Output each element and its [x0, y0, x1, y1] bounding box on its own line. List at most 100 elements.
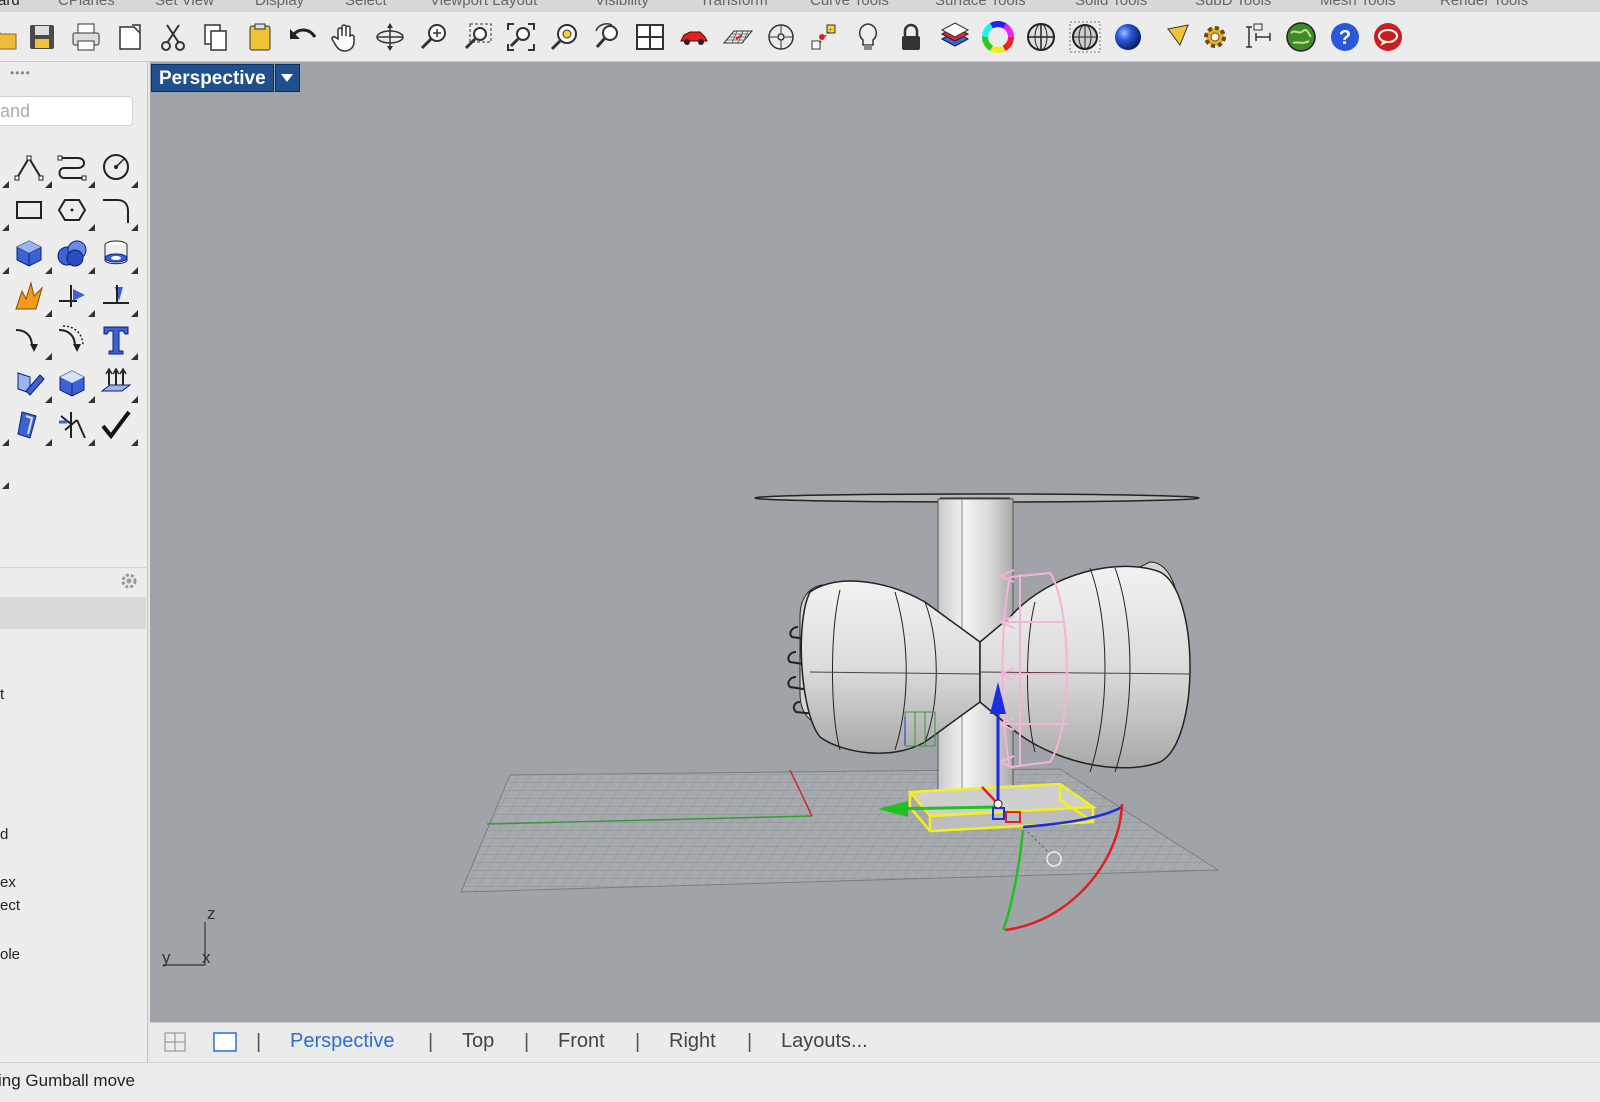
grid-icon[interactable] [720, 19, 756, 55]
svg-text:?: ? [1339, 27, 1351, 49]
point-icon[interactable] [763, 19, 799, 55]
help-icon[interactable]: ? [1327, 19, 1363, 55]
offset-curve-icon[interactable] [52, 319, 92, 359]
fillet-edge-icon[interactable] [9, 319, 49, 359]
boolean-union-icon[interactable] [52, 233, 92, 273]
viewport-scene[interactable] [150, 62, 1600, 1022]
print-icon[interactable] [68, 19, 104, 55]
side-label: ole [0, 946, 21, 963]
panel-gear-icon[interactable] [119, 571, 139, 591]
selected-layer-row[interactable] [0, 597, 146, 629]
viewport-dropdown-chevron-down-icon[interactable] [274, 64, 300, 92]
cut-icon[interactable] [155, 19, 191, 55]
rectangle-icon[interactable] [9, 190, 49, 230]
copy-icon[interactable] [198, 19, 234, 55]
tab-layouts[interactable]: Layouts... [781, 1030, 868, 1053]
cylinder-icon[interactable] [96, 233, 136, 273]
ghosted-sphere-icon[interactable] [1067, 19, 1103, 55]
car-icon[interactable] [676, 19, 712, 55]
tab-front[interactable]: Front [558, 1030, 605, 1053]
split-icon[interactable] [96, 276, 136, 316]
rotate-camera-icon[interactable] [590, 19, 626, 55]
tab-curve-tools[interactable]: Curve Tools [810, 0, 889, 9]
undo-icon[interactable] [285, 19, 321, 55]
flyout-marker [131, 310, 138, 317]
zoom-extents-icon[interactable] [503, 19, 539, 55]
zoom-selected-icon[interactable] [547, 19, 583, 55]
polygon-icon[interactable] [52, 190, 92, 230]
tab-set-view[interactable]: Set View [155, 0, 214, 9]
tab-display[interactable]: Display [255, 0, 304, 9]
tab-transform[interactable]: Transform [700, 0, 768, 9]
curve-icon[interactable] [52, 147, 92, 187]
flyout-marker [88, 267, 95, 274]
gumball-tools-icon[interactable] [52, 405, 92, 445]
tab-perspective[interactable]: Perspective [290, 1030, 395, 1053]
tab-solid-tools[interactable]: Solid Tools [1075, 0, 1147, 9]
tab-subd-tools[interactable]: SubD Tools [1195, 0, 1271, 9]
flyout-marker [45, 353, 52, 360]
flyout-marker [131, 224, 138, 231]
zoom-icon[interactable] [416, 19, 452, 55]
main-toolbar: ? [0, 12, 1600, 62]
box-icon[interactable] [9, 233, 49, 273]
light-bulb-icon[interactable] [850, 19, 886, 55]
open-icon[interactable] [0, 19, 20, 55]
circle-icon[interactable] [96, 147, 136, 187]
flyout-marker [131, 439, 138, 446]
control-points-icon[interactable] [807, 19, 843, 55]
save-icon[interactable] [24, 19, 60, 55]
rhino-globe-icon[interactable] [1283, 19, 1319, 55]
rhino-window: ard CPlanes Set View Display Select View… [0, 0, 1600, 1102]
shell-icon[interactable] [9, 405, 49, 445]
tab-viewport-layout[interactable]: Viewport Layout [430, 0, 537, 9]
polyline-icon[interactable] [9, 147, 49, 187]
trim-icon[interactable] [52, 276, 92, 316]
wireframe-sphere-icon[interactable] [1023, 19, 1059, 55]
explode-icon[interactable] [9, 276, 49, 316]
pick-icon[interactable] [1160, 19, 1196, 55]
tab-right[interactable]: Right [669, 1030, 716, 1053]
fillet-curve-icon[interactable] [96, 190, 136, 230]
status-message: ing Gumball move [0, 1071, 136, 1090]
pan-icon[interactable] [328, 19, 364, 55]
tab-cplanes[interactable]: CPlanes [58, 0, 115, 9]
panel-grip[interactable]: •••• [10, 66, 31, 80]
tab-select[interactable]: Select [345, 0, 387, 9]
tab-render-tools[interactable]: Render Tools [1440, 0, 1528, 9]
chat-icon[interactable] [1370, 19, 1406, 55]
flyout-marker [88, 181, 95, 188]
viewport-title-tab[interactable]: Perspective [151, 64, 300, 92]
import-icon[interactable] [112, 19, 148, 55]
viewport-title[interactable]: Perspective [151, 64, 274, 92]
settings-gear-icon[interactable] [1197, 19, 1233, 55]
text-icon[interactable] [96, 319, 136, 359]
edit-surface-icon[interactable] [9, 362, 49, 402]
flyout-marker [45, 181, 52, 188]
rotate-view-icon[interactable] [372, 19, 408, 55]
single-view-layout-icon[interactable] [213, 1032, 237, 1052]
tab-separator: | [747, 1031, 753, 1053]
rendered-sphere-icon[interactable] [1110, 19, 1146, 55]
tab-visibility[interactable]: Visibility [595, 0, 649, 9]
solid-edit-icon[interactable] [52, 362, 92, 402]
zoom-window-icon[interactable] [460, 19, 496, 55]
command-input[interactable]: and [0, 96, 133, 126]
flyout-marker [45, 267, 52, 274]
check-icon[interactable] [96, 405, 136, 445]
tab-separator: | [256, 1031, 262, 1053]
four-viewports-icon[interactable] [632, 19, 668, 55]
lock-icon[interactable] [893, 19, 929, 55]
tab-surface-tools[interactable]: Surface Tools [935, 0, 1026, 9]
tab-standard[interactable]: ard [0, 0, 20, 9]
paste-icon[interactable] [242, 19, 278, 55]
layer-icon[interactable] [937, 19, 973, 55]
flyout-marker [131, 181, 138, 188]
tab-top[interactable]: Top [462, 1030, 494, 1053]
extrude-icon[interactable] [96, 362, 136, 402]
color-wheel-icon[interactable] [980, 19, 1016, 55]
four-view-layout-icon[interactable] [164, 1032, 186, 1052]
perspective-viewport[interactable]: Perspective z y x [150, 62, 1600, 1022]
tab-mesh-tools[interactable]: Mesh Tools [1320, 0, 1396, 9]
dimension-icon[interactable] [1240, 19, 1276, 55]
